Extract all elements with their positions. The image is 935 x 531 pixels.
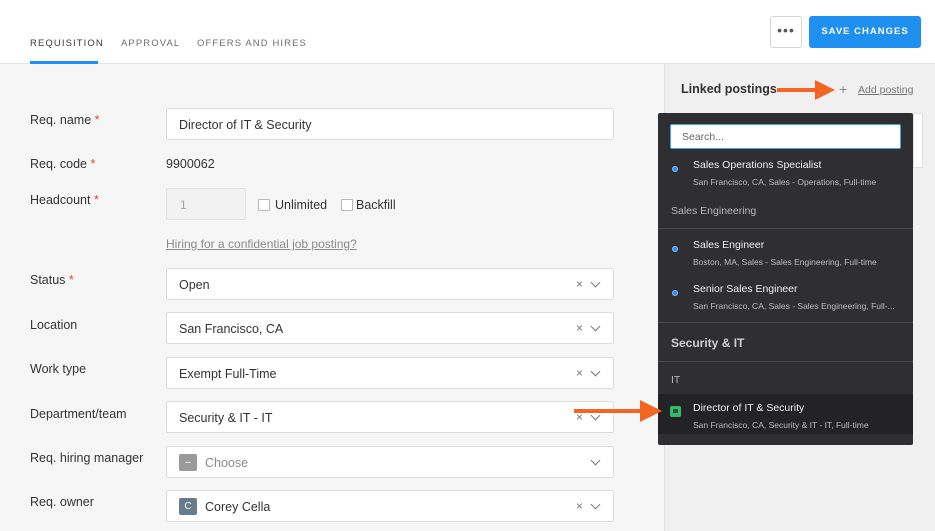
- headcount-label: Headcount *: [30, 193, 99, 207]
- work-type-label: Work type: [30, 362, 87, 376]
- clear-icon[interactable]: ×: [576, 321, 583, 335]
- status-label: Status *: [30, 273, 74, 287]
- annotation-arrow-icon: [777, 80, 835, 100]
- plus-icon[interactable]: +: [839, 81, 847, 97]
- tab-offers-and-hires[interactable]: OFFERS AND HIRES: [197, 38, 307, 49]
- posting-option-title[interactable]: Senior Sales Engineer: [693, 283, 797, 295]
- group-header: Security & IT: [671, 336, 745, 350]
- posting-option-subtitle: San Francisco, CA, Security & IT - IT, F…: [693, 420, 869, 430]
- divider: [658, 322, 913, 323]
- hiring-manager-value: Choose: [205, 456, 249, 470]
- linked-posting-card: [913, 113, 923, 168]
- confidential-posting-link[interactable]: Hiring for a confidential job posting?: [166, 237, 357, 251]
- posting-status-icon: [672, 290, 678, 296]
- hiring-manager-label: Req. hiring manager: [30, 451, 144, 465]
- req-owner-select[interactable]: C Corey Cella ×: [166, 490, 614, 522]
- selected-check-icon: [670, 406, 681, 417]
- department-select[interactable]: Security & IT - IT ×: [166, 401, 614, 433]
- required-marker: *: [93, 193, 99, 207]
- more-options-button[interactable]: •••: [770, 16, 802, 48]
- location-value: San Francisco, CA: [179, 322, 284, 336]
- req-code-label: Req. code *: [30, 157, 96, 171]
- add-posting-link[interactable]: Add posting: [858, 84, 913, 96]
- headcount-placeholder: 1: [180, 198, 187, 212]
- required-marker: *: [94, 113, 100, 127]
- avatar: –: [179, 454, 197, 471]
- req-name-label: Req. name *: [30, 113, 100, 127]
- search-placeholder: Search...: [682, 131, 725, 143]
- location-select[interactable]: San Francisco, CA ×: [166, 312, 614, 344]
- add-posting-dropdown: Search... Sales Operations Specialist Sa…: [658, 113, 913, 445]
- req-owner-label: Req. owner: [30, 495, 94, 509]
- chevron-down-icon: [590, 277, 601, 288]
- unlimited-checkbox[interactable]: [258, 199, 270, 211]
- department-value: Security & IT - IT: [179, 411, 273, 425]
- req-name-value: Director of IT & Security: [179, 118, 312, 132]
- chevron-down-icon: [590, 499, 601, 510]
- divider: [658, 228, 913, 229]
- req-name-input[interactable]: Director of IT & Security: [166, 108, 614, 140]
- posting-option-subtitle: San Francisco, CA, Sales - Sales Enginee…: [693, 301, 895, 311]
- headcount-input[interactable]: 1: [166, 188, 246, 220]
- posting-option-title[interactable]: Sales Engineer: [693, 239, 764, 251]
- backfill-label: Backfill: [356, 198, 396, 212]
- posting-status-icon: [672, 246, 678, 252]
- chevron-down-icon: [590, 455, 601, 466]
- clear-icon[interactable]: ×: [576, 277, 583, 291]
- chevron-down-icon: [590, 366, 601, 377]
- req-code-value: 9900062: [166, 157, 215, 171]
- posting-option-subtitle: San Francisco, CA, Sales - Operations, F…: [693, 177, 877, 187]
- req-owner-value: Corey Cella: [205, 500, 271, 514]
- annotation-arrow-icon: [574, 400, 662, 422]
- clear-icon[interactable]: ×: [576, 366, 583, 380]
- status-value: Open: [179, 278, 210, 292]
- group-header: IT: [671, 374, 681, 386]
- required-marker: *: [68, 273, 74, 287]
- clear-icon[interactable]: ×: [576, 499, 583, 513]
- required-marker: *: [90, 157, 96, 171]
- posting-search-input[interactable]: Search...: [670, 124, 901, 149]
- status-select[interactable]: Open ×: [166, 268, 614, 300]
- requisition-form: Req. name * Director of IT & Security Re…: [0, 64, 664, 531]
- hiring-manager-select[interactable]: – Choose: [166, 446, 614, 478]
- posting-option-title[interactable]: Director of IT & Security: [693, 402, 804, 414]
- backfill-checkbox[interactable]: [341, 199, 353, 211]
- tab-requisition[interactable]: REQUISITION: [30, 38, 104, 49]
- save-changes-button[interactable]: SAVE CHANGES: [809, 16, 921, 48]
- group-header: Sales Engineering: [671, 205, 757, 217]
- posting-option-title[interactable]: Sales Operations Specialist: [693, 159, 821, 171]
- department-label: Department/team: [30, 407, 127, 421]
- work-type-select[interactable]: Exempt Full-Time ×: [166, 357, 614, 389]
- work-type-value: Exempt Full-Time: [179, 367, 277, 381]
- posting-status-icon: [672, 166, 678, 172]
- unlimited-label: Unlimited: [275, 198, 328, 212]
- tab-approval[interactable]: APPROVAL: [121, 38, 180, 49]
- avatar: C: [179, 498, 197, 515]
- linked-postings-title: Linked postings: [681, 82, 777, 96]
- posting-option-subtitle: Boston, MA, Sales - Sales Engineering, F…: [693, 257, 877, 267]
- chevron-down-icon: [590, 321, 601, 332]
- top-bar: REQUISITION APPROVAL OFFERS AND HIRES ••…: [0, 0, 935, 64]
- divider: [658, 361, 913, 362]
- location-label: Location: [30, 318, 78, 332]
